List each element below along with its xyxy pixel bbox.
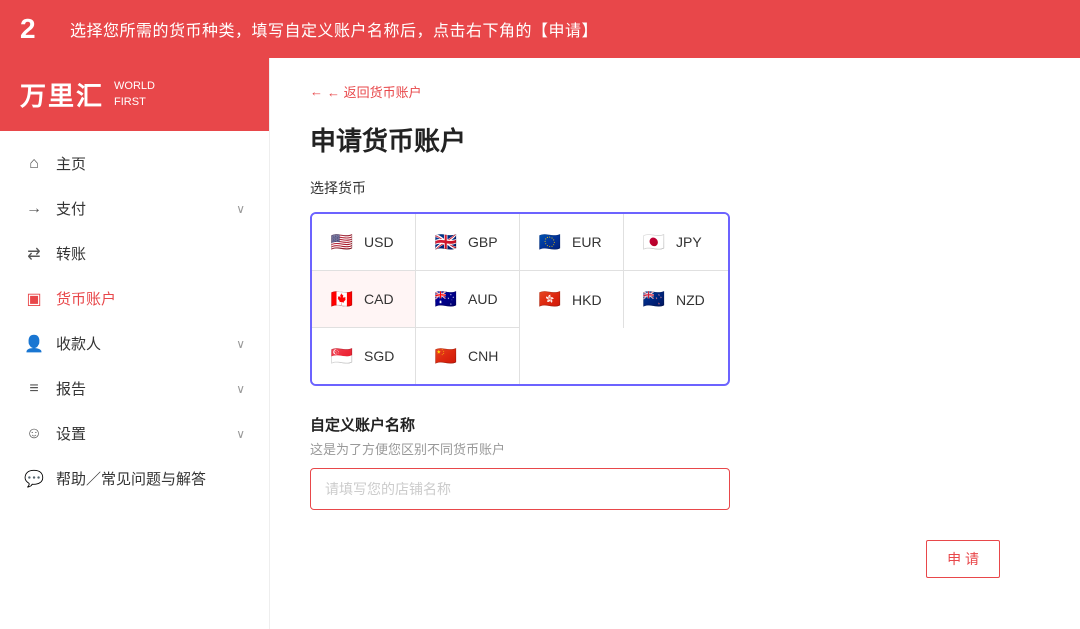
content-area: ← ← 返回货币账户 申请货币账户 选择货币 🇺🇸 USD 🇬🇧 GBP <box>270 58 1080 629</box>
currency-label-cnh: CNH <box>468 348 498 364</box>
back-arrow-icon: ← <box>310 84 323 99</box>
currency-item-usd[interactable]: 🇺🇸 USD <box>312 214 416 271</box>
currency-item-hkd[interactable]: 🇭🇰 HKD <box>520 271 624 328</box>
sidebar-item-currency[interactable]: ▣ 货币账户 <box>0 276 269 321</box>
custom-name-section: 自定义账户名称 这是为了方便您区别不同货币账户 <box>310 414 1040 510</box>
currency-item-jpy[interactable]: 🇯🇵 JPY <box>624 214 728 271</box>
sidebar-item-label: 转账 <box>56 243 245 264</box>
currency-label-gbp: GBP <box>468 234 498 250</box>
flag-aud: 🇦🇺 <box>432 285 460 313</box>
logo-english-line1: WORLD <box>114 79 155 94</box>
currency-section-label: 选择货币 <box>310 178 1040 198</box>
sidebar-item-label: 支付 <box>56 198 224 219</box>
chevron-down-icon: ∨ <box>236 427 245 441</box>
flag-eur: 🇪🇺 <box>536 228 564 256</box>
sidebar: 万里汇 WORLD FIRST ⌂ 主页 → 支付 ∨ ⇄ 转账 ▣ <box>0 58 270 629</box>
sidebar-item-report[interactable]: ≡ 报告 ∨ <box>0 366 269 411</box>
currency-item-gbp[interactable]: 🇬🇧 GBP <box>416 214 520 271</box>
flag-gbp: 🇬🇧 <box>432 228 460 256</box>
sidebar-item-settings[interactable]: ☺ 设置 ∨ <box>0 411 269 456</box>
flag-hkd: 🇭🇰 <box>536 286 564 314</box>
help-icon: 💬 <box>24 469 44 489</box>
instruction-text: 选择您所需的货币种类，填写自定义账户名称后，点击右下角的【申请】 <box>70 17 598 41</box>
currency-item-eur[interactable]: 🇪🇺 EUR <box>520 214 624 271</box>
flag-cnh: 🇨🇳 <box>432 342 460 370</box>
logo-english: WORLD FIRST <box>114 79 155 110</box>
currency-label-usd: USD <box>364 234 394 250</box>
main-layout: 万里汇 WORLD FIRST ⌂ 主页 → 支付 ∨ ⇄ 转账 ▣ <box>0 58 1080 629</box>
chevron-down-icon: ∨ <box>236 202 245 216</box>
submit-btn-area: 申 请 <box>310 530 1040 598</box>
pay-icon: → <box>24 199 44 219</box>
sidebar-item-pay[interactable]: → 支付 ∨ <box>0 186 269 231</box>
logo-chinese: 万里汇 <box>20 76 104 113</box>
flag-sgd: 🇸🇬 <box>328 342 356 370</box>
custom-name-label: 自定义账户名称 <box>310 414 1040 435</box>
back-link-text: ← 返回货币账户 <box>327 82 422 101</box>
sidebar-item-label: 主页 <box>56 153 245 174</box>
currency-label-sgd: SGD <box>364 348 394 364</box>
submit-button[interactable]: 申 请 <box>926 540 1000 578</box>
flag-cad: 🇨🇦 <box>328 285 356 313</box>
content-inner: ← ← 返回货币账户 申请货币账户 选择货币 🇺🇸 USD 🇬🇧 GBP <box>270 58 1080 629</box>
sidebar-item-help[interactable]: 💬 帮助／常见问题与解答 <box>0 456 269 501</box>
currency-icon: ▣ <box>24 289 44 309</box>
page-title: 申请货币账户 <box>310 121 1040 158</box>
flag-usd: 🇺🇸 <box>328 228 356 256</box>
flag-nzd: 🇳🇿 <box>640 286 668 314</box>
home-icon: ⌂ <box>24 154 44 174</box>
currency-label-jpy: JPY <box>676 234 702 250</box>
report-icon: ≡ <box>24 379 44 399</box>
sidebar-item-label: 报告 <box>56 378 224 399</box>
chevron-down-icon: ∨ <box>236 337 245 351</box>
transfer-icon: ⇄ <box>24 244 44 264</box>
currency-item-aud[interactable]: 🇦🇺 AUD <box>416 271 520 328</box>
currency-label-cad: CAD <box>364 291 394 307</box>
currency-label-aud: AUD <box>468 291 498 307</box>
back-link[interactable]: ← ← 返回货币账户 <box>310 82 1040 101</box>
custom-name-input[interactable] <box>310 468 730 510</box>
logo-area[interactable]: 万里汇 WORLD FIRST <box>0 58 269 131</box>
sidebar-item-label: 帮助／常见问题与解答 <box>56 468 245 489</box>
currency-item-nzd[interactable]: 🇳🇿 NZD <box>624 271 728 328</box>
currency-label-eur: EUR <box>572 234 602 250</box>
recipient-icon: 👤 <box>24 334 44 354</box>
chevron-down-icon: ∨ <box>236 382 245 396</box>
sidebar-item-label: 货币账户 <box>56 288 245 309</box>
flag-jpy: 🇯🇵 <box>640 228 668 256</box>
currency-item-cad[interactable]: 🇨🇦 CAD <box>312 271 416 328</box>
custom-name-hint: 这是为了方便您区别不同货币账户 <box>310 439 1040 458</box>
currency-grid: 🇺🇸 USD 🇬🇧 GBP 🇪🇺 EUR 🇯🇵 JPY <box>310 212 730 386</box>
instruction-number: 2 <box>20 13 50 45</box>
logo-english-line2: FIRST <box>114 95 155 110</box>
settings-icon: ☺ <box>24 424 44 444</box>
instruction-bar: 2 选择您所需的货币种类，填写自定义账户名称后，点击右下角的【申请】 <box>0 0 1080 58</box>
currency-label-nzd: NZD <box>676 292 705 308</box>
sidebar-item-home[interactable]: ⌂ 主页 <box>0 141 269 186</box>
nav-list: ⌂ 主页 → 支付 ∨ ⇄ 转账 ▣ 货币账户 👤 收款人 ∨ ≡ <box>0 131 269 511</box>
currency-item-sgd[interactable]: 🇸🇬 SGD <box>312 328 416 384</box>
sidebar-item-label: 收款人 <box>56 333 224 354</box>
sidebar-item-transfer[interactable]: ⇄ 转账 <box>0 231 269 276</box>
sidebar-item-label: 设置 <box>56 423 224 444</box>
sidebar-item-recipient[interactable]: 👤 收款人 ∨ <box>0 321 269 366</box>
currency-item-cnh[interactable]: 🇨🇳 CNH <box>416 328 520 384</box>
currency-label-hkd: HKD <box>572 292 602 308</box>
